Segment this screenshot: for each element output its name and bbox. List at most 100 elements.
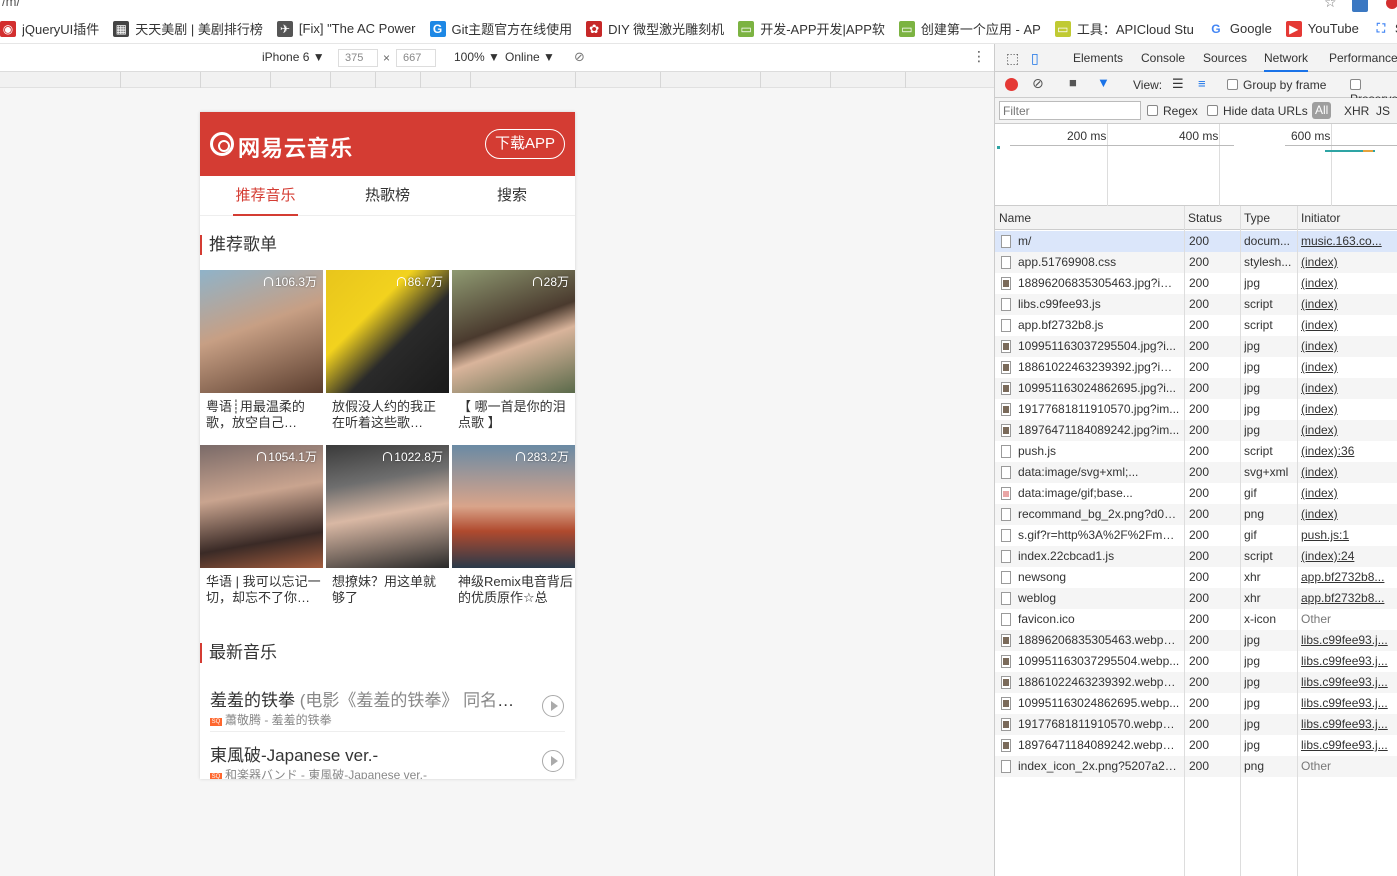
request-row[interactable]: push.js 200 script (index):36 — [995, 441, 1397, 462]
request-row[interactable]: 109951163024862695.jpg?i... 200 jpg (index) — [995, 378, 1397, 399]
filter-input[interactable] — [999, 101, 1141, 120]
bookmark-item[interactable]: ▭ 创建第一个应用 - AP — [898, 14, 1041, 43]
request-row[interactable]: weblog 200 xhr app.bf2732b8... — [995, 588, 1397, 609]
bookmark-item[interactable]: G Google — [1207, 14, 1272, 43]
bookmark-item[interactable]: G Git主题官方在线使用 — [429, 14, 572, 43]
request-initiator[interactable]: (index) — [1301, 378, 1396, 399]
type-filter-js[interactable]: JS — [1376, 104, 1390, 118]
request-initiator[interactable]: (index) — [1301, 315, 1396, 336]
screenshot-icon[interactable]: ■ — [1069, 75, 1077, 90]
request-initiator[interactable]: (index) — [1301, 252, 1396, 273]
request-row[interactable]: data:image/svg+xml;... 200 svg+xml (index) — [995, 462, 1397, 483]
request-initiator[interactable]: libs.c99fee93.j... — [1301, 651, 1396, 672]
request-row[interactable]: app.51769908.css 200 stylesh... (index) — [995, 252, 1397, 273]
request-row[interactable]: index.22cbcad1.js 200 script (index):24 — [995, 546, 1397, 567]
request-initiator[interactable]: (index) — [1301, 420, 1396, 441]
request-row[interactable]: 18896206835305463.jpg?im... 200 jpg (index) — [995, 273, 1397, 294]
network-throttle-select[interactable]: Online ▼ — [505, 50, 555, 64]
request-row[interactable]: 18976471184089242.jpg?im... 200 jpg (index) — [995, 420, 1397, 441]
bookmark-item[interactable]: ✈ [Fix] "The AC Power — [276, 14, 416, 43]
request-initiator[interactable]: libs.c99fee93.j... — [1301, 735, 1396, 756]
request-initiator[interactable]: (index):24 — [1301, 546, 1396, 567]
extension-red-icon[interactable] — [1386, 0, 1397, 9]
play-icon[interactable] — [542, 695, 564, 717]
hide-data-urls-checkbox[interactable]: Hide data URLs — [1207, 104, 1308, 118]
tab-elements[interactable]: Elements — [1073, 44, 1123, 72]
bookmark-item[interactable]: ▭ 开发-APP开发|APP软 — [738, 14, 885, 43]
device-toggle-icon[interactable]: ▯ — [1031, 44, 1039, 72]
bookmark-item[interactable]: ▶ YouTube — [1285, 14, 1359, 43]
request-row[interactable]: favicon.ico 200 x-icon Other — [995, 609, 1397, 630]
tab-network[interactable]: Network — [1264, 44, 1309, 72]
song-item[interactable]: 東風破-Japanese ver.- SQ 和楽器バンド - 東風破-Japane… — [210, 733, 565, 779]
request-initiator[interactable]: (index) — [1301, 504, 1396, 525]
type-filter-all[interactable]: All — [1312, 102, 1332, 119]
device-width-input[interactable] — [338, 49, 378, 67]
request-row[interactable]: app.bf2732b8.js 200 script (index) — [995, 315, 1397, 336]
request-row[interactable]: newsong 200 xhr app.bf2732b8... — [995, 567, 1397, 588]
zoom-select[interactable]: 100% ▼ — [454, 50, 500, 64]
request-initiator[interactable]: music.163.co... — [1301, 231, 1396, 252]
waterfall-view-icon[interactable]: ≡ — [1198, 76, 1206, 91]
bookmark-item[interactable]: ✿ DIY 微型激光雕刻机 — [586, 14, 724, 43]
request-initiator[interactable]: (index) — [1301, 357, 1396, 378]
record-icon[interactable] — [1005, 78, 1018, 91]
request-row[interactable]: 109951163037295504.jpg?i... 200 jpg (index) — [995, 336, 1397, 357]
request-row[interactable]: 19177681811910570.jpg?im... 200 jpg (index) — [995, 399, 1397, 420]
extension-icon[interactable] — [1352, 0, 1368, 12]
download-app-button[interactable]: 下载APP — [485, 129, 565, 159]
request-row[interactable]: data:image/gif;base... 200 gif (index) — [995, 483, 1397, 504]
playlist-card[interactable]: 283.2万神级Remix电音背后的优质原作☆总集… — [452, 445, 575, 606]
request-row[interactable]: 18861022463239392.webp?i... 200 jpg libs.c9… — [995, 672, 1397, 693]
bookmark-star-icon[interactable]: ☆ — [1324, 0, 1337, 11]
request-initiator[interactable]: libs.c99fee93.j... — [1301, 714, 1396, 735]
request-row[interactable]: 18896206835305463.webp?i... 200 jpg libs.c9… — [995, 630, 1397, 651]
more-options-icon[interactable]: ⋮ — [972, 48, 986, 65]
request-initiator[interactable]: libs.c99fee93.j... — [1301, 630, 1396, 651]
request-initiator[interactable]: app.bf2732b8... — [1301, 567, 1396, 588]
playlist-card[interactable]: 1022.8万 想撩妹？用这单就够了 — [326, 445, 449, 606]
bookmark-item[interactable]: ⛶Search C — [1372, 14, 1397, 43]
play-icon[interactable] — [542, 750, 564, 772]
column-type[interactable]: Type — [1240, 206, 1297, 230]
request-initiator[interactable]: push.js:1 — [1301, 525, 1396, 546]
playlist-card[interactable]: 86.7万 放假没人约的我正在听着这些歌… — [326, 270, 449, 431]
inspect-element-icon[interactable]: ⬚ — [1006, 44, 1019, 72]
request-row[interactable]: 18861022463239392.jpg?im... 200 jpg (index) — [995, 357, 1397, 378]
list-view-icon[interactable]: ☰ — [1172, 76, 1184, 92]
tab-hot-chart[interactable]: 热歌榜 — [360, 176, 415, 216]
device-select[interactable]: iPhone 6 ▼ — [262, 50, 325, 64]
request-row[interactable]: 19177681811910570.webp?i... 200 jpg libs.c9… — [995, 714, 1397, 735]
playlist-card[interactable]: 106.3万 粤语┊用最温柔的歌，放空自己… — [200, 270, 323, 431]
request-row[interactable]: recommand_bg_2x.png?d04... 200 png (index) — [995, 504, 1397, 525]
device-height-input[interactable] — [396, 49, 436, 67]
tab-search[interactable]: 搜索 — [492, 176, 532, 216]
column-name[interactable]: Name — [995, 206, 1184, 230]
bookmark-item[interactable]: ▦ 天天美剧 | 美剧排行榜 — [113, 14, 263, 43]
request-initiator[interactable]: app.bf2732b8... — [1301, 588, 1396, 609]
playlist-card[interactable]: 28万【 哪一首是你的泪点歌 】 — [452, 270, 575, 431]
tab-performance[interactable]: Performance — [1329, 44, 1397, 72]
column-status[interactable]: Status — [1184, 206, 1240, 230]
request-row[interactable]: m/200 docum... music.163.co... — [995, 231, 1397, 252]
request-initiator[interactable]: libs.c99fee93.j... — [1301, 693, 1396, 714]
bookmark-item[interactable]: ▭ 工具：APICloud Stu — [1054, 14, 1194, 43]
song-item[interactable]: 羞羞的铁拳 (电影《羞羞的铁拳》 同名主题曲) SQ 蕭敬腾 - 羞羞的铁拳 — [210, 678, 565, 732]
tab-sources[interactable]: Sources — [1203, 44, 1247, 72]
url-text[interactable]: /m/ — [2, 0, 20, 9]
request-initiator[interactable]: (index) — [1301, 336, 1396, 357]
playlist-card[interactable]: 1054.1万 华语 | 我可以忘记一切，却忘不了你… — [200, 445, 323, 606]
request-row[interactable]: 109951163024862695.webp... 200 jpg libs.c99… — [995, 693, 1397, 714]
group-by-frame-checkbox[interactable]: Group by frame — [1227, 78, 1326, 92]
tab-console[interactable]: Console — [1141, 44, 1185, 72]
bookmark-item[interactable]: ◉ jQueryUI插件 — [0, 14, 99, 43]
request-initiator[interactable]: (index) — [1301, 483, 1396, 504]
request-initiator[interactable]: (index) — [1301, 462, 1396, 483]
request-initiator[interactable]: (index):36 — [1301, 441, 1396, 462]
request-initiator[interactable]: (index) — [1301, 273, 1396, 294]
request-initiator[interactable]: (index) — [1301, 294, 1396, 315]
request-row[interactable]: 18976471184089242.webp?i... 200 jpg libs.c9… — [995, 735, 1397, 756]
clear-icon[interactable]: ⊘ — [1032, 75, 1044, 92]
request-initiator[interactable]: (index) — [1301, 399, 1396, 420]
request-row[interactable]: s.gif?r=http%3A%2F%2Fmus... 200 gif push.js… — [995, 525, 1397, 546]
